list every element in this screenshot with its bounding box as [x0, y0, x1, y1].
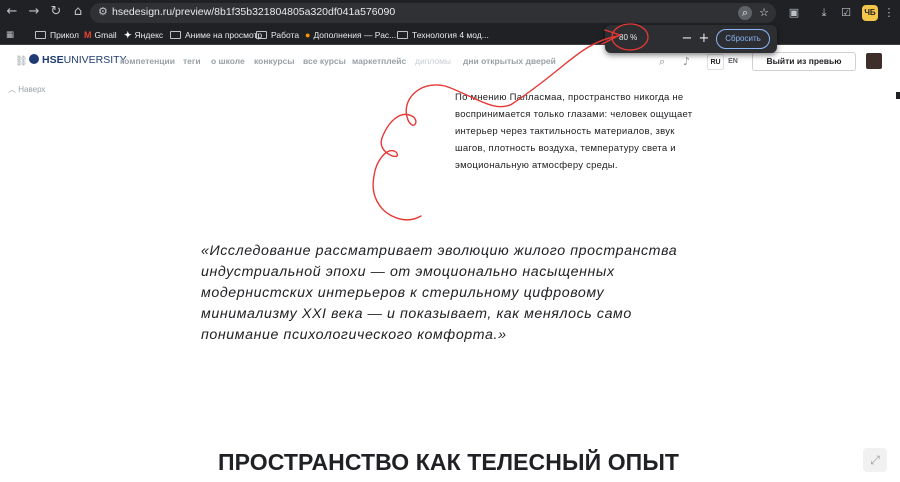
scroll-marker: [896, 92, 900, 99]
folder-icon: [397, 31, 408, 39]
gmail-icon: M: [84, 30, 92, 40]
bell-icon[interactable]: ♪: [683, 55, 690, 68]
folder-icon: [35, 31, 46, 39]
lang-en[interactable]: EN: [726, 54, 740, 70]
forward-arrow-icon[interactable]: →: [26, 4, 42, 20]
zoom-out-button[interactable]: −: [679, 30, 695, 48]
star-icon[interactable]: ☆: [757, 6, 771, 20]
nav-tags[interactable]: теги: [183, 56, 201, 66]
reload-icon[interactable]: ↻: [48, 4, 64, 20]
kebab-menu-icon[interactable]: ⋮: [881, 5, 897, 21]
body-paragraph: По мнению Палласмаа, пространство никогд…: [455, 92, 693, 171]
pull-quote: «Исследование рассматривает эволюцию жил…: [201, 243, 678, 343]
folder-icon: [170, 31, 181, 39]
bookmark-item[interactable]: Аниме на просмотр: [170, 28, 262, 42]
bookmark-item[interactable]: M Gmail: [84, 28, 117, 42]
address-bar[interactable]: ⚙ hsedesign.ru/preview/8b1f35b321804805a…: [90, 3, 776, 23]
apps-grid-icon[interactable]: ▦: [6, 28, 14, 42]
puzzle-icon[interactable]: ▣: [786, 5, 802, 21]
bookmark-item[interactable]: Технология 4 мод...: [397, 28, 489, 42]
download-icon[interactable]: ⤓: [816, 5, 832, 21]
nav-all-courses[interactable]: все курсы: [303, 56, 346, 66]
nav-open-days[interactable]: дни открытых дверей: [463, 56, 556, 66]
nav-competencies[interactable]: компетенции: [120, 56, 175, 66]
nav-about-school[interactable]: о школе: [211, 56, 245, 66]
expand-icon[interactable]: ⤢: [863, 448, 887, 472]
nav-marketplace[interactable]: маркетплейс: [352, 56, 406, 66]
yandex-icon: ✦: [124, 30, 132, 40]
search-icon[interactable]: ⌕: [659, 55, 665, 69]
zoom-popup: 80 % − + Сбросить: [605, 25, 777, 53]
bookmark-item[interactable]: Прикол: [35, 28, 79, 42]
folder-icon: [256, 31, 267, 39]
link-icon[interactable]: ⛓: [15, 56, 28, 67]
checklist-icon[interactable]: ☑: [838, 5, 854, 21]
section-title: ПРОСТРАНСТВО КАК ТЕЛЕСНЫЙ ОПЫТ: [218, 449, 680, 475]
zoom-reset-button[interactable]: Сбросить: [716, 29, 770, 49]
chevron-up-icon: ︿: [8, 85, 19, 94]
bookmark-item[interactable]: ● Дополнения — Рас...: [305, 28, 396, 42]
browser-toolbar: ← → ↻ ⌂ ⚙ hsedesign.ru/preview/8b1f35b32…: [0, 0, 900, 25]
exit-preview-button[interactable]: Выйти из превью: [752, 52, 856, 71]
url-text[interactable]: hsedesign.ru/preview/8b1f35b321804805a32…: [112, 6, 395, 18]
home-icon[interactable]: ⌂: [70, 4, 86, 20]
zoom-level: 80 %: [619, 33, 638, 42]
avatar[interactable]: [866, 53, 882, 69]
magnifier-icon[interactable]: ⌕: [738, 6, 752, 20]
hse-logo[interactable]: HSEUNIVERSITY: [29, 54, 127, 66]
nav-contests[interactable]: конкурсы: [254, 56, 295, 66]
back-to-top-link[interactable]: ︿ Наверх: [8, 84, 45, 95]
back-arrow-icon[interactable]: ←: [4, 4, 20, 20]
hse-logo-icon: [29, 54, 39, 64]
bookmark-item[interactable]: ✦ Яндекс: [124, 28, 163, 42]
firefox-icon: ●: [305, 30, 311, 40]
lang-ru[interactable]: RU: [707, 54, 724, 70]
extension-badge[interactable]: ЧБ: [862, 5, 878, 21]
zoom-in-button[interactable]: +: [696, 30, 712, 48]
tune-icon[interactable]: ⚙: [98, 5, 108, 18]
bookmark-item[interactable]: Работа: [256, 28, 299, 42]
nav-diplomas[interactable]: дипломы: [415, 56, 451, 66]
